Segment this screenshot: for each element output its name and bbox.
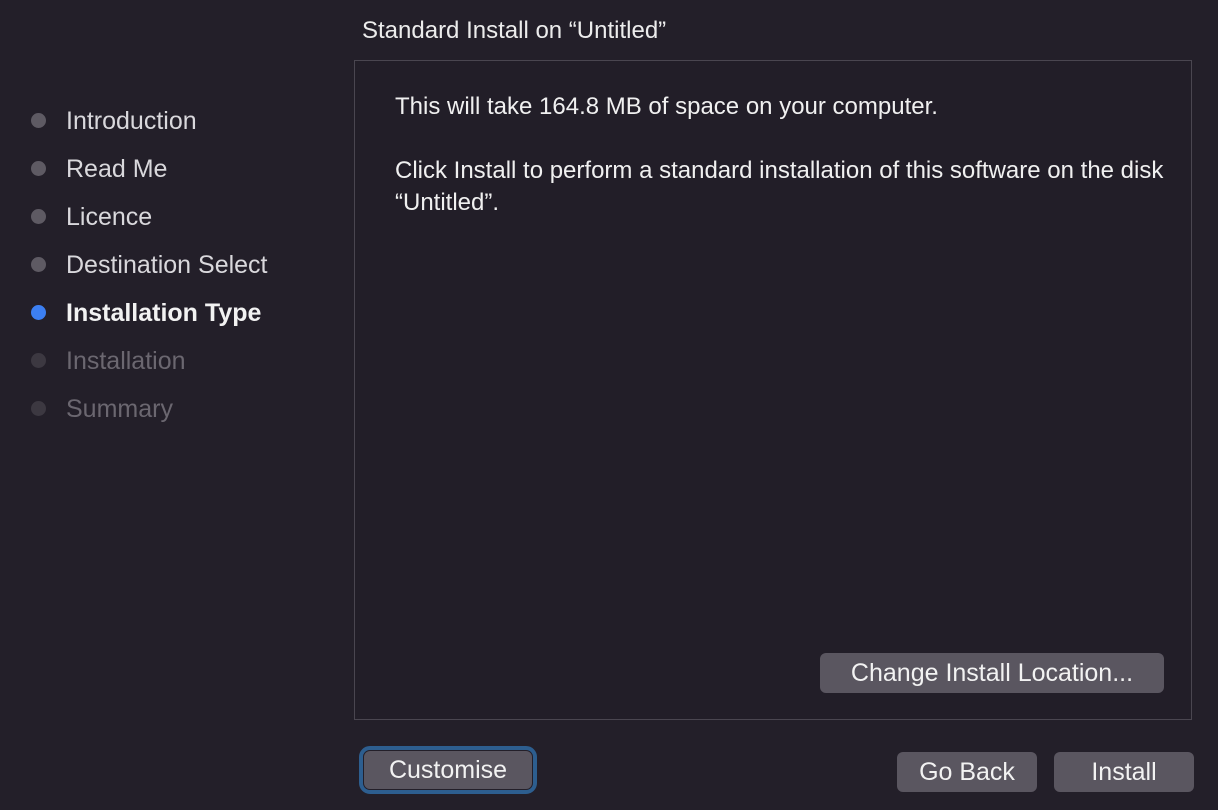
step-status-dot-icon [31,257,46,272]
step-label: Destination Select [66,251,268,279]
step-status-dot-icon [31,209,46,224]
step-current-dot-icon [31,305,46,320]
step-status-dot-icon [31,113,46,128]
step-read-me: Read Me [0,145,340,193]
space-required-text: This will take 164.8 MB of space on your… [395,93,938,120]
step-status-dot-icon [31,401,46,416]
change-install-location-button[interactable]: Change Install Location... [820,653,1164,693]
installer-steps-sidebar: Introduction Read Me Licence Destination… [0,97,340,433]
content-text: This will take 164.8 MB of space on your… [395,91,1165,251]
install-button[interactable]: Install [1054,752,1194,792]
step-label: Read Me [66,155,168,183]
step-installation-type: Installation Type [0,289,340,337]
pane-title: Standard Install on “Untitled” [362,17,667,44]
step-installation: Installation [0,337,340,385]
step-status-dot-icon [31,353,46,368]
customise-button[interactable]: Customise [359,746,537,794]
step-status-dot-icon [31,161,46,176]
step-label: Summary [66,395,173,423]
step-destination-select: Destination Select [0,241,340,289]
step-label: Installation [66,347,186,375]
step-label: Introduction [66,107,197,135]
step-label: Licence [66,203,153,231]
step-introduction: Introduction [0,97,340,145]
step-summary: Summary [0,385,340,433]
content-panel: This will take 164.8 MB of space on your… [354,60,1192,720]
step-label: Installation Type [66,299,262,327]
installer-window: Introduction Read Me Licence Destination… [0,0,1218,810]
go-back-button[interactable]: Go Back [897,752,1037,792]
install-instructions-text: Click Install to perform a standard inst… [395,157,1164,216]
step-licence: Licence [0,193,340,241]
